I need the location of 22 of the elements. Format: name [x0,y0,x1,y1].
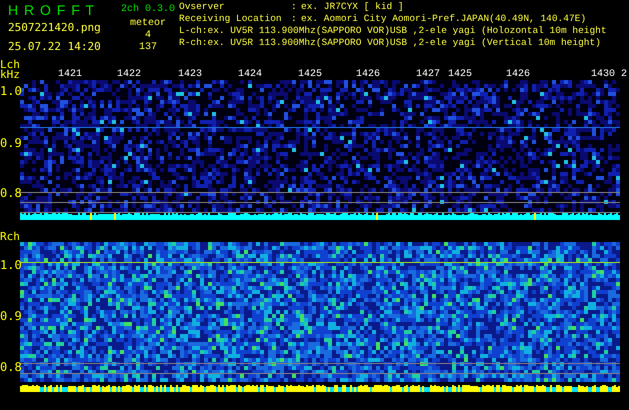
axis-label: 0.9 [0,137,22,149]
version-label: 2ch 0.3.0 [120,4,175,16]
datetime-label: 25.07.22 14:20 [8,40,102,54]
meteor-count: 137 [138,42,157,54]
app-title: H R O F F T [8,1,95,19]
meteor-count: 4 [144,30,151,42]
channel-info: R-ch:ex. UV5R 113.900Mhz(SAPPORO VOR)USB ,2-ele yagi (Vertical 10m height) [179,37,602,49]
axis-label: 0.8 [0,187,22,199]
filename-label: 2507221420.png [8,21,102,35]
info-value: ex. Aomori City Aomori-Pref.JAPAN(40.49N, 140.47E) [301,13,586,25]
axis-label: 0.8 [0,361,22,373]
meteor-label: meteor [130,18,166,30]
info-label: Receiving Location [179,13,283,25]
info-value: ex. JR7CYX [ kid ] [301,1,404,13]
unit-label: kHz [0,70,20,80]
info-label: Ovserver [179,1,226,13]
info-separator: : [291,13,298,25]
channel-label: Rch [0,232,20,242]
axis-label: 0.9 [0,310,22,322]
channel-label: Lch [0,60,20,70]
info-separator: : [291,1,298,13]
channel-info: L-ch:ex. UV5R 113.900Mhz(SAPPORO VOR)USB ,2-ele yagi (Holozontal 10m height [179,25,607,37]
